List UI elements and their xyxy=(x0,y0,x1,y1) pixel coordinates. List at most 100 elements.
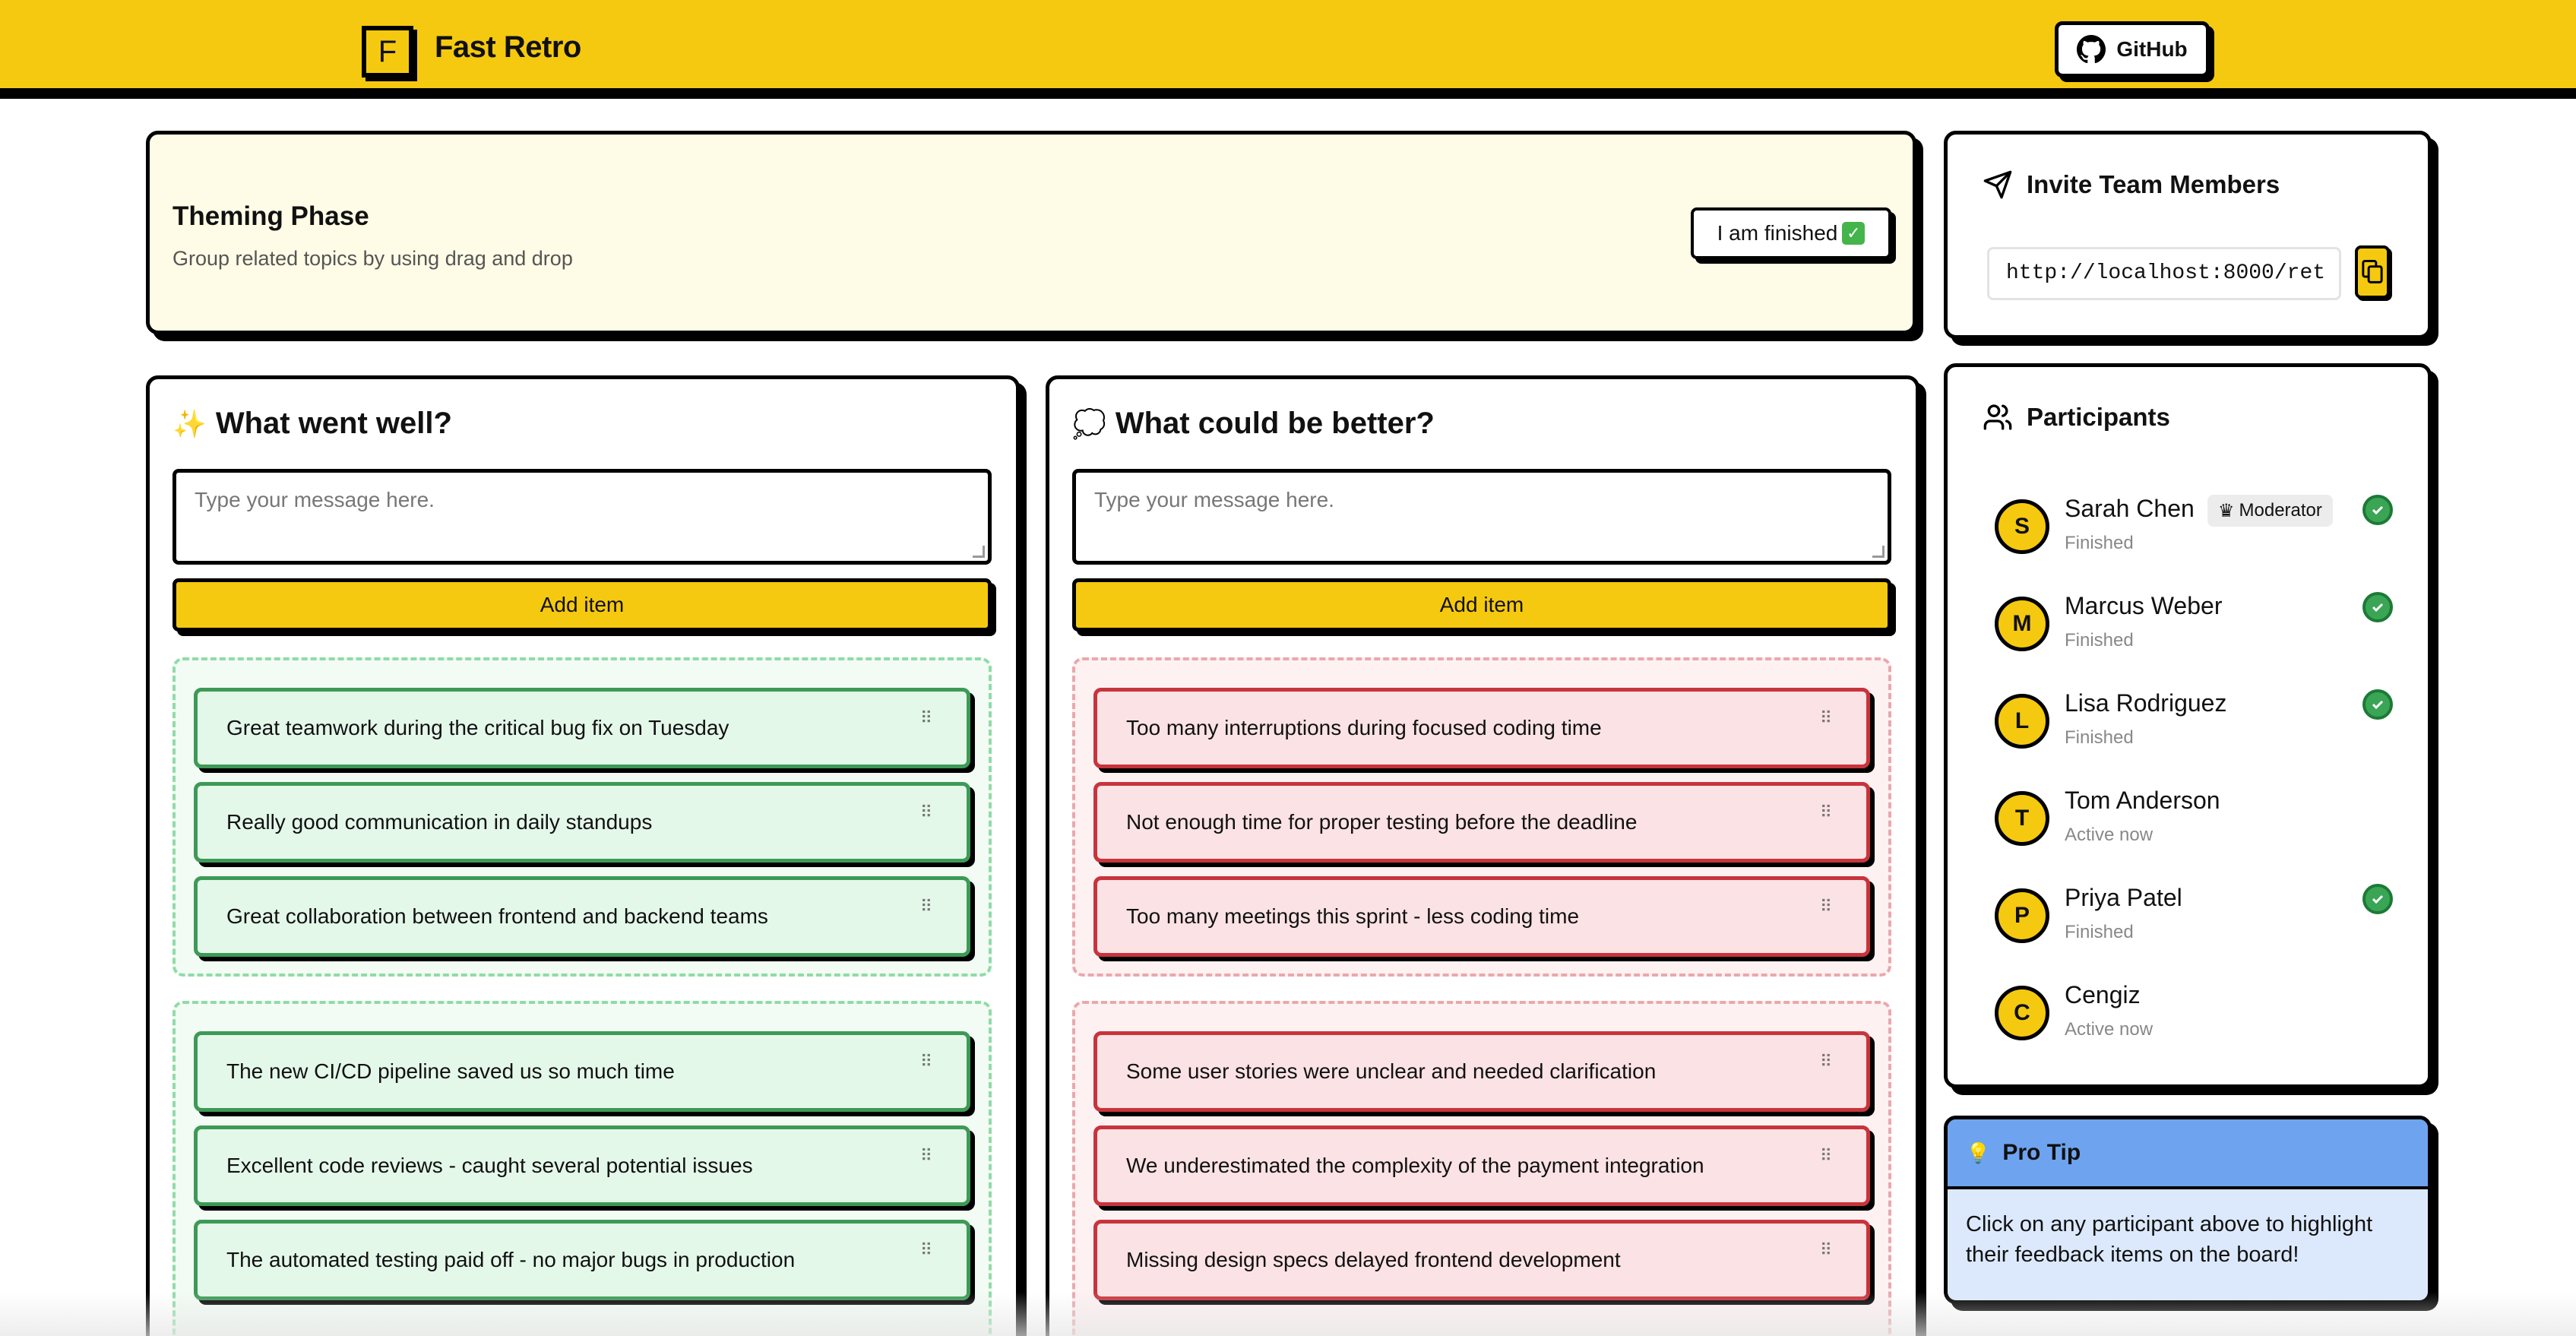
message-placeholder: Type your message here. xyxy=(195,488,435,511)
i-am-finished-button[interactable]: I am finished ✓ xyxy=(1691,207,1891,259)
drag-handle-icon[interactable]: ⠿ xyxy=(920,1053,933,1070)
top-header: F Fast Retro GitHub xyxy=(0,0,2576,99)
participant-status: Finished xyxy=(2065,922,2134,942)
drag-handle-icon[interactable]: ⠿ xyxy=(1820,1053,1833,1070)
column-title: ✨ What went well? xyxy=(172,407,452,441)
resize-handle-icon[interactable] xyxy=(1872,546,1885,558)
drag-handle-icon[interactable]: ⠿ xyxy=(920,1148,933,1164)
pro-tip-panel: 💡 Pro Tip Click on any participant above… xyxy=(1944,1116,2432,1304)
check-mark-icon: ✓ xyxy=(1842,222,1866,245)
finished-check-icon xyxy=(2362,689,2393,720)
app-name[interactable]: Fast Retro xyxy=(435,30,581,65)
card-text: The automated testing paid off - no majo… xyxy=(226,1248,796,1271)
drag-handle-icon[interactable]: ⠿ xyxy=(920,710,933,727)
card-text: We underestimated the complexity of the … xyxy=(1126,1154,1704,1177)
drag-handle-icon[interactable]: ⠿ xyxy=(920,804,933,821)
message-input[interactable]: Type your message here. xyxy=(1072,469,1891,565)
card-text: Too many interruptions during focused co… xyxy=(1126,716,1602,739)
drag-handle-icon[interactable]: ⠿ xyxy=(1820,710,1833,727)
column-title-text: What could be better? xyxy=(1115,407,1435,440)
card-text: The new CI/CD pipeline saved us so much … xyxy=(226,1059,675,1083)
column-what-went-well: ✨ What went well? Type your message here… xyxy=(146,375,1020,1336)
participant-status: Finished xyxy=(2065,533,2134,553)
resize-handle-icon[interactable] xyxy=(973,546,985,558)
users-icon xyxy=(1983,404,2012,430)
crown-icon: ♛ xyxy=(2218,500,2235,521)
feedback-card[interactable]: Some user stories were unclear and neede… xyxy=(1093,1031,1870,1112)
avatar: S xyxy=(1995,499,2049,554)
participant-name: Tom Anderson xyxy=(2065,787,2220,814)
avatar: M xyxy=(1995,597,2049,651)
column-title-text: What went well? xyxy=(215,407,452,440)
drag-handle-icon[interactable]: ⠿ xyxy=(920,898,933,915)
participants-panel: Participants S Sarah Chen Finished ♛ Mod… xyxy=(1944,363,2432,1088)
invite-title: Invite Team Members xyxy=(1983,169,2280,200)
finished-label: I am finished xyxy=(1717,221,1838,245)
feedback-card[interactable]: Missing design specs delayed frontend de… xyxy=(1093,1220,1870,1300)
finished-check-icon xyxy=(2362,592,2393,622)
sparkles-icon: ✨ xyxy=(172,407,207,439)
github-icon xyxy=(2077,35,2106,64)
item-group[interactable]: Too many interruptions during focused co… xyxy=(1072,657,1891,977)
invite-title-text: Invite Team Members xyxy=(2027,170,2280,198)
feedback-card[interactable]: The automated testing paid off - no majo… xyxy=(194,1220,970,1300)
card-text: Some user stories were unclear and neede… xyxy=(1126,1059,1657,1083)
invite-url-field[interactable]: http://localhost:8000/ret xyxy=(1987,247,2341,300)
card-text: Missing design specs delayed frontend de… xyxy=(1126,1248,1621,1271)
feedback-card[interactable]: Excellent code reviews - caught several … xyxy=(194,1125,970,1206)
copy-button[interactable] xyxy=(2355,245,2390,299)
lightbulb-icon: 💡 xyxy=(1966,1141,1991,1164)
avatar: T xyxy=(1995,791,2049,846)
logo-icon[interactable]: F xyxy=(362,26,413,78)
participant-priya-patel[interactable]: P Priya Patel Finished xyxy=(1995,884,2420,960)
message-input[interactable]: Type your message here. xyxy=(172,469,992,565)
feedback-card[interactable]: Great collaboration between frontend and… xyxy=(194,876,970,957)
drag-handle-icon[interactable]: ⠿ xyxy=(1820,804,1833,821)
avatar: C xyxy=(1995,986,2049,1040)
add-item-button[interactable]: Add item xyxy=(1072,578,1891,632)
feedback-card[interactable]: Not enough time for proper testing befor… xyxy=(1093,782,1870,863)
avatar: L xyxy=(1995,694,2049,749)
card-text: Excellent code reviews - caught several … xyxy=(226,1154,753,1177)
feedback-card[interactable]: We underestimated the complexity of the … xyxy=(1093,1125,1870,1206)
phase-subtitle: Group related topics by using drag and d… xyxy=(172,247,573,270)
feedback-card[interactable]: Too many interruptions during focused co… xyxy=(1093,688,1870,768)
feedback-card[interactable]: Too many meetings this sprint - less cod… xyxy=(1093,876,1870,957)
participant-tom-anderson[interactable]: T Tom Anderson Active now xyxy=(1995,787,2420,863)
card-text: Really good communication in daily stand… xyxy=(226,810,653,834)
feedback-card[interactable]: Great teamwork during the critical bug f… xyxy=(194,688,970,768)
moderator-label: Moderator xyxy=(2239,500,2322,521)
participant-sarah-chen[interactable]: S Sarah Chen Finished ♛ Moderator xyxy=(1995,495,2420,571)
finished-check-icon xyxy=(2362,495,2393,525)
card-text: Great collaboration between frontend and… xyxy=(226,904,768,928)
drag-handle-icon[interactable]: ⠿ xyxy=(1820,1242,1833,1258)
participant-name: Priya Patel xyxy=(2065,884,2182,911)
feedback-card[interactable]: Really good communication in daily stand… xyxy=(194,782,970,863)
github-button[interactable]: GitHub xyxy=(2055,21,2210,78)
send-icon xyxy=(1983,170,2012,199)
participant-lisa-rodriguez[interactable]: L Lisa Rodriguez Finished xyxy=(1995,689,2420,765)
add-item-button[interactable]: Add item xyxy=(172,578,992,632)
column-what-could-be-better: 💭 What could be better? Type your messag… xyxy=(1046,375,1919,1336)
item-group[interactable]: Great teamwork during the critical bug f… xyxy=(172,657,992,977)
pro-tip-header: 💡 Pro Tip xyxy=(1948,1119,2428,1189)
pro-tip-body: Click on any participant above to highli… xyxy=(1966,1212,2373,1267)
participant-name: Sarah Chen xyxy=(2065,495,2195,522)
participant-name: Lisa Rodriguez xyxy=(2065,689,2227,717)
feedback-card[interactable]: The new CI/CD pipeline saved us so much … xyxy=(194,1031,970,1112)
drag-handle-icon[interactable]: ⠿ xyxy=(920,1242,933,1258)
pro-tip-title: Pro Tip xyxy=(2002,1140,2081,1165)
drag-handle-icon[interactable]: ⠿ xyxy=(1820,898,1833,915)
participant-marcus-weber[interactable]: M Marcus Weber Finished xyxy=(1995,592,2420,668)
item-group[interactable]: The new CI/CD pipeline saved us so much … xyxy=(172,1001,992,1336)
copy-icon xyxy=(2362,259,2383,283)
avatar: P xyxy=(1995,888,2049,943)
participant-cengiz[interactable]: C Cengiz Active now xyxy=(1995,981,2420,1057)
app-root: F Fast Retro GitHub Theming Phase Group … xyxy=(0,0,2576,1336)
item-group[interactable]: Some user stories were unclear and neede… xyxy=(1072,1001,1891,1336)
card-text: Great teamwork during the critical bug f… xyxy=(226,716,729,739)
finished-check-icon xyxy=(2362,884,2393,914)
column-title: 💭 What could be better? xyxy=(1072,407,1435,441)
message-placeholder: Type your message here. xyxy=(1094,488,1334,511)
drag-handle-icon[interactable]: ⠿ xyxy=(1820,1148,1833,1164)
